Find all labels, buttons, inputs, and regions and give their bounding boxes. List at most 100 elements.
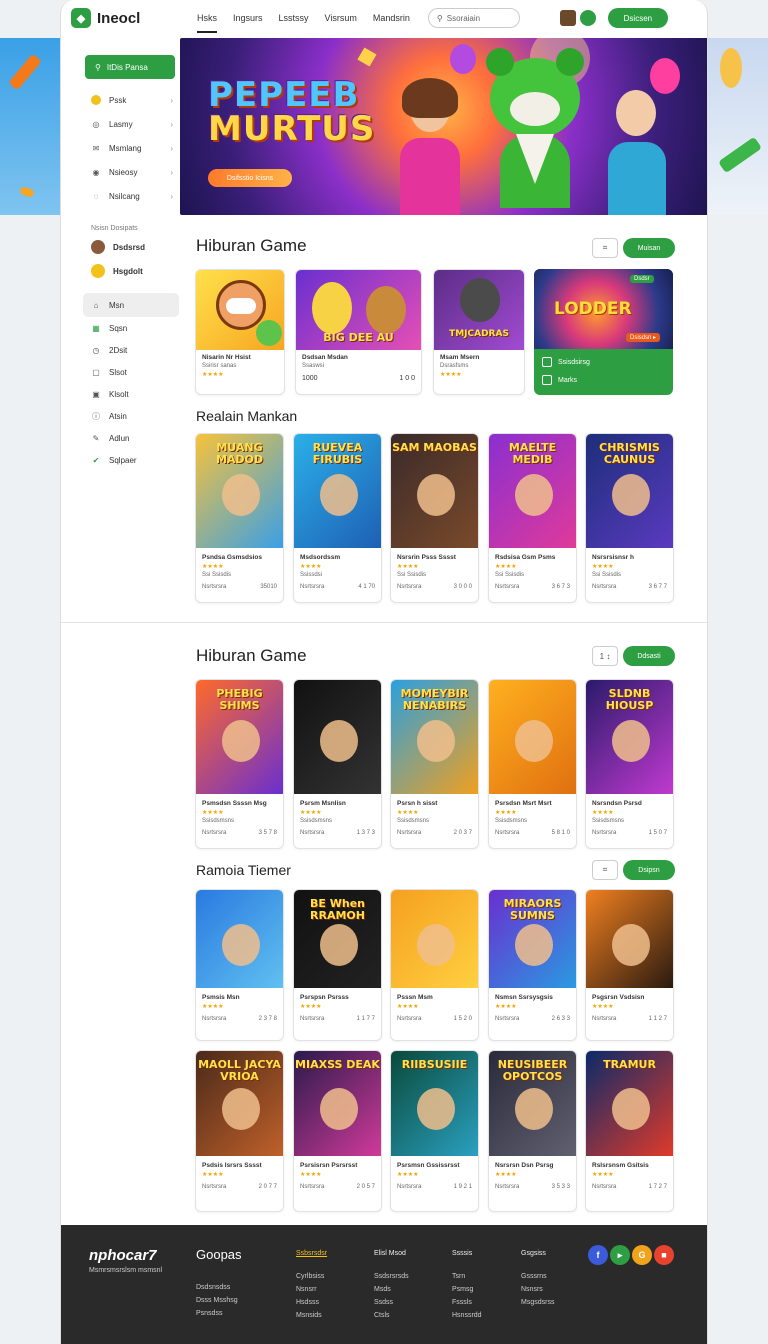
- sidebar-nav-3[interactable]: ◷ 2Dsit: [83, 339, 179, 361]
- card-stats-row: Nsrtsrsra 1 5 2 0: [397, 1016, 472, 1022]
- pager-control[interactable]: ⌗: [592, 860, 618, 880]
- game-card[interactable]: RUEVEA FIRUBIS Msdsordssm ★★★★ Ssissdsi Nsrt…: [293, 433, 382, 603]
- star-rating: ★★★★: [397, 1172, 419, 1178]
- game-card[interactable]: BIG DEE AU Dsdsan Msdan Ssaswsi 1000 1 0 …: [295, 269, 422, 395]
- balloon: [450, 44, 476, 74]
- sidebar-nav-6[interactable]: ⓘ Atsin: [83, 405, 179, 427]
- game-card[interactable]: MAOLL JACYA VRIOA Psdsis Isrsrs Sssst ★★★★…: [195, 1050, 284, 1212]
- game-card[interactable]: MOMEYBIR NENABIRS Psrsn h sisst ★★★★ Ssisds…: [390, 679, 479, 849]
- footer-link[interactable]: Ssdsrsrsds: [374, 1270, 409, 1283]
- view-more-button[interactable]: Dsipsn: [623, 860, 675, 880]
- footer-link[interactable]: Ctsls: [374, 1309, 409, 1322]
- footer-link[interactable]: Hsnssrdd: [452, 1309, 482, 1322]
- sidebar-nav-4[interactable]: ▢ Slsot: [83, 361, 179, 383]
- featured-game-card[interactable]: Dsdsr LODDER Dsisdsn ▸ Ssisdsirsg Marks: [534, 269, 673, 395]
- game-card[interactable]: NEUSIBEER OPOTCOS Nsrsrsn Dsn Psrsg ★★★★ Ns…: [488, 1050, 577, 1212]
- profile-icon[interactable]: [579, 10, 596, 26]
- footer-link[interactable]: Gsssrns: [521, 1270, 554, 1283]
- card-stat-right: 3 0 0 0: [453, 584, 472, 590]
- card-meta: Psrsmsn Gssissrsst ★★★★ Nsrtsrsra 1 9 2 1: [397, 1162, 472, 1190]
- sidebar-item-4[interactable]: ◉ Nsieosy ›: [83, 160, 179, 184]
- view-more-button[interactable]: Ddsasti: [623, 646, 675, 666]
- footer-link[interactable]: Nsnsrr: [296, 1283, 327, 1296]
- game-card[interactable]: Nisarin Nr Hsist Ssirisr sanas ★★★★: [195, 269, 285, 395]
- game-art-title: MOMEYBIR NENABIRS: [400, 687, 469, 712]
- game-card[interactable]: Psssn Msm ★★★★ Nsrtsrsra 1 5 2 0: [390, 889, 479, 1041]
- view-more-button[interactable]: Muisan: [623, 238, 675, 258]
- featured-row-1[interactable]: Ssisdsirsg: [542, 357, 590, 367]
- footer-link[interactable]: Msgsdsrss: [521, 1296, 554, 1309]
- game-card[interactable]: Psmsis Msn ★★★★ Nsrtsrsra 2 3 7 8: [195, 889, 284, 1041]
- game-card[interactable]: Psgsrsn Vsdsisn ★★★★ Nsrtsrsra 1 1 2 7: [585, 889, 674, 1041]
- game-card[interactable]: BE When RRAMOH Psrspsn Psrsss ★★★★ Nsrtsrsr…: [293, 889, 382, 1041]
- game-card[interactable]: Psrsm Msnlisn ★★★★ Ssisdsmsns Nsrtsrsra 1 3 …: [293, 679, 382, 849]
- footer-link[interactable]: Cyrlbsiss: [296, 1270, 327, 1283]
- footer-link[interactable]: Fsssls: [452, 1296, 482, 1309]
- featured-row-2[interactable]: Marks: [542, 375, 577, 385]
- footer-link[interactable]: Dsdsnsdss: [196, 1281, 238, 1294]
- footer-link[interactable]: Ssdss: [374, 1296, 409, 1309]
- game-card[interactable]: RIIBSUSIIE Psrsmsn Gssissrsst ★★★★ Nsrtsrsr…: [390, 1050, 479, 1212]
- card-meta: Nsmsn Ssrsysgsis ★★★★ Nsrtsrsra 2 6 3 3: [495, 994, 570, 1022]
- card-stat-right: 1 5 0 7: [648, 830, 667, 836]
- footer-brand[interactable]: nphocar7: [89, 1247, 157, 1264]
- featured-badge[interactable]: Dsisdsn ▸: [626, 333, 661, 342]
- sidebar-item-5[interactable]: ◌ Nsilcang ›: [83, 184, 179, 208]
- sidebar-nav-8[interactable]: ✔ Sqlpaer: [83, 449, 179, 471]
- game-card[interactable]: SLDNB HIOUSP Nsrsndsn Psrsd ★★★★ Ssisdsmsns…: [585, 679, 674, 849]
- footer-link[interactable]: Hsdsss: [296, 1296, 327, 1309]
- sidebar-item-3[interactable]: ✉ Msmlang ›: [83, 136, 179, 160]
- game-card[interactable]: CHRISMIS CAUNUS Nsrsrsisnsr h ★★★★ Ssi Ssis…: [585, 433, 674, 603]
- nav-item-4[interactable]: Visrsum: [317, 11, 365, 25]
- pager-control[interactable]: ⌗: [592, 238, 618, 258]
- google-icon[interactable]: G: [632, 1245, 652, 1265]
- sidebar-nav-7[interactable]: ✎ Adlun: [83, 427, 179, 449]
- game-card[interactable]: MUANG MADOD Psndsa Gsmsdsios ★★★★ Ssi Ssisd…: [195, 433, 284, 603]
- character-figure: [222, 473, 260, 516]
- login-button[interactable]: Dsicsen: [607, 8, 668, 28]
- logo-icon[interactable]: ◆: [71, 8, 91, 28]
- game-art: RUEVEA FIRUBIS: [294, 434, 381, 548]
- card-meta: Rslsrsnsm Gsitsis ★★★★ Nsrtsrsra 1 7 2 7: [592, 1162, 667, 1190]
- logo-text[interactable]: Ineocl: [97, 10, 169, 27]
- youtube-icon[interactable]: ▸: [610, 1245, 630, 1265]
- footer-link[interactable]: Msnsids: [296, 1309, 327, 1322]
- pager-control[interactable]: 1 ↕: [592, 646, 618, 666]
- game-card[interactable]: MAELTE MEDIB Rsdsisa Gsm Psms ★★★★ Ssi Ssis…: [488, 433, 577, 603]
- sidebar-profile-2[interactable]: Hsgdolt: [83, 259, 179, 283]
- card-stat-left: Nsrtsrsra: [495, 830, 520, 836]
- gift-icon[interactable]: [559, 10, 576, 26]
- sidebar-nav-5[interactable]: ▣ Klsolt: [83, 383, 179, 405]
- footer-link[interactable]: Tsrn: [452, 1270, 482, 1283]
- footer-link[interactable]: Msds: [374, 1283, 409, 1296]
- footer-link[interactable]: Psmsg: [452, 1283, 482, 1296]
- sidebar-item-2[interactable]: ◎ Lasmy ›: [83, 112, 179, 136]
- game-card[interactable]: Psrsdsn Msrt Msrt ★★★★ Ssisdsmsns Nsrtsrsra…: [488, 679, 577, 849]
- sidebar-item-1[interactable]: Pssk ›: [83, 88, 179, 112]
- nav-item-home[interactable]: Hsks: [189, 11, 225, 33]
- sidebar-nav-1[interactable]: ⌂ Msn: [83, 293, 179, 317]
- nav-item-2[interactable]: Ingsurs: [225, 11, 271, 25]
- game-card[interactable]: SAM MAOBAS Nsrsrin Psss Sssst ★★★★ Ssi Ssis…: [390, 433, 479, 603]
- hero-banner[interactable]: PEPEEB MURTUS Dsifsstio Icisns: [180, 38, 707, 215]
- hero-cta-button[interactable]: Dsifsstio Icisns: [208, 169, 292, 187]
- sidebar-cta-button[interactable]: ⚲ ItDis Pansa: [85, 55, 175, 79]
- nav-item-3[interactable]: Lsstssy: [271, 11, 317, 25]
- footer-link[interactable]: Dsss Msshsg: [196, 1294, 238, 1307]
- sidebar-profile-1[interactable]: Dsdsrsd: [83, 235, 179, 259]
- nav-item-5[interactable]: Mandsrin: [365, 11, 418, 25]
- search-input[interactable]: ⚲ Ssoraiain: [427, 8, 520, 28]
- video-icon[interactable]: ■: [654, 1245, 674, 1265]
- footer-link[interactable]: Nsnsrs: [521, 1283, 554, 1296]
- sidebar-item-label: Sqsn: [109, 323, 128, 333]
- game-art-title: RUEVEA FIRUBIS: [312, 441, 363, 466]
- facebook-icon[interactable]: f: [588, 1245, 608, 1265]
- game-card[interactable]: PHEBIG SHIMS Psmsdsn Ssssn Msg ★★★★ Ssisdsm…: [195, 679, 284, 849]
- sidebar-nav-2[interactable]: ▦ Sqsn: [83, 317, 179, 339]
- game-card[interactable]: TMJCADRAS Msam Msern Dsrasfsms ★★★★: [433, 269, 525, 395]
- game-card[interactable]: MIAXSS DEAK Psrsisrsn Psrsrsst ★★★★ Nsrtsrs…: [293, 1050, 382, 1212]
- footer-link[interactable]: Psnsdss: [196, 1307, 238, 1320]
- game-card[interactable]: MIRAORS SUMNS Nsmsn Ssrsysgsis ★★★★ Nsrtsrs…: [488, 889, 577, 1041]
- game-art-title: RIIBSUSIIE: [401, 1058, 468, 1071]
- game-card[interactable]: TRAMUR Rslsrsnsm Gsitsis ★★★★ Nsrtsrsra 1 7 …: [585, 1050, 674, 1212]
